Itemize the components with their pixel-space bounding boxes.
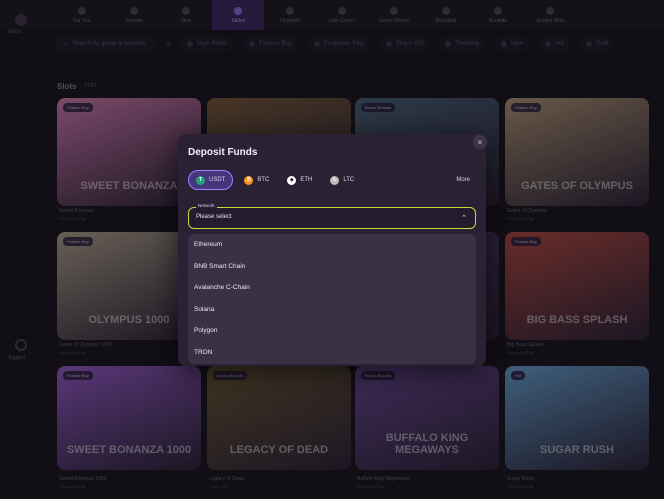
tab-label: USDT xyxy=(209,177,226,183)
more-button[interactable]: More xyxy=(456,177,476,183)
currency-tabs: T USDT ₿ BTC ◆ ETH Ł LTC More xyxy=(188,170,476,190)
option-solana[interactable]: Solana xyxy=(188,299,476,321)
btc-icon: ₿ xyxy=(244,175,254,185)
modal-title: Deposit Funds xyxy=(188,147,258,158)
network-dropdown: Ethereum BNB Smart Chain Avalanche C-Cha… xyxy=(188,234,476,364)
option-ethereum[interactable]: Ethereum xyxy=(188,234,476,256)
tab-usdt[interactable]: T USDT xyxy=(188,170,234,190)
option-tron[interactable]: TRON xyxy=(188,342,476,364)
tab-label: BTC xyxy=(257,177,270,183)
chevron-up-icon: ⌄ xyxy=(461,213,467,220)
deposit-modal: Deposit Funds × T USDT ₿ BTC ◆ ETH Ł LTC… xyxy=(178,134,487,366)
casino-page: For You Recent Slots Tables Originals Li… xyxy=(0,0,664,499)
tab-btc[interactable]: ₿ BTC xyxy=(237,170,276,190)
usdt-icon: T xyxy=(196,175,205,185)
eth-icon: ◆ xyxy=(287,175,297,185)
option-bnb-smart-chain[interactable]: BNB Smart Chain xyxy=(188,256,476,278)
close-icon: × xyxy=(477,137,483,147)
network-value: Please select xyxy=(196,214,232,220)
tab-label: LTC xyxy=(343,177,355,183)
tab-eth[interactable]: ◆ ETH xyxy=(280,170,319,190)
ltc-icon: Ł xyxy=(330,175,340,185)
option-avalanche-c-chain[interactable]: Avalanche C-Chain xyxy=(188,277,476,299)
close-button[interactable]: × xyxy=(473,135,487,149)
tab-label: ETH xyxy=(300,177,313,183)
network-label: Network xyxy=(196,203,217,208)
option-polygon[interactable]: Polygon xyxy=(188,320,476,342)
tab-ltc[interactable]: Ł LTC xyxy=(323,170,361,190)
network-select[interactable]: Network Please select ⌄ xyxy=(188,203,476,229)
